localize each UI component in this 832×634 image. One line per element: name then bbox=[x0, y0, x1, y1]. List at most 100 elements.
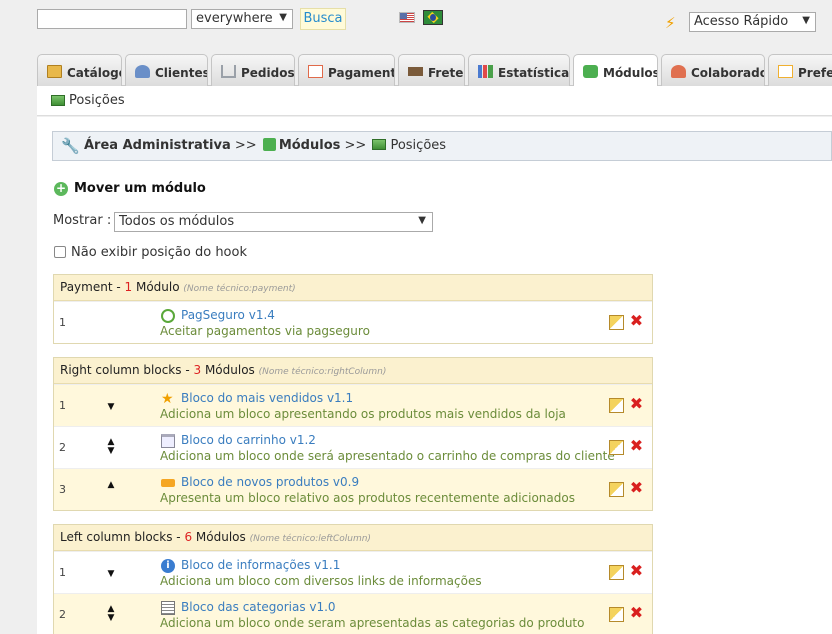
chevron-down-icon: ▼ bbox=[418, 215, 426, 226]
edit-icon[interactable] bbox=[609, 398, 624, 413]
hide-hook-checkbox[interactable] bbox=[54, 246, 66, 258]
hook-count-suffix: Módulos bbox=[204, 363, 255, 377]
move-module-link[interactable]: + Mover um módulo bbox=[54, 181, 206, 196]
tab-label: Colaborador bbox=[691, 66, 764, 80]
module-filter-value: Todos os módulos bbox=[119, 214, 235, 229]
positions-icon bbox=[51, 95, 65, 106]
breadcrumb-separator: >> bbox=[234, 138, 257, 153]
tab-frete[interactable]: Frete bbox=[398, 54, 465, 86]
tab-preferencias[interactable]: Preferências bbox=[768, 54, 832, 86]
positions-icon bbox=[372, 139, 387, 150]
module-description: Adiciona um bloco apresentando os produt… bbox=[160, 407, 566, 421]
module-position: 1 bbox=[59, 316, 66, 329]
payment-icon bbox=[308, 65, 323, 78]
module-filter-select[interactable]: Todos os módulos ▼ bbox=[114, 212, 433, 232]
new-icon bbox=[161, 479, 175, 487]
module-row[interactable]: 3 ▲ Bloco de novos produtos v0.9 Apresen… bbox=[54, 468, 652, 510]
module-name: Bloco do carrinho v1.2 bbox=[181, 433, 316, 447]
module-row[interactable]: 1 ▼ i Bloco de informações v1.1 Adiciona… bbox=[54, 551, 652, 593]
move-up-down-icon[interactable]: ▲ ▼ bbox=[105, 605, 117, 625]
delete-icon[interactable]: ✖ bbox=[629, 480, 644, 496]
tab-catalogo[interactable]: Catálogo bbox=[37, 54, 122, 86]
module-row[interactable]: 2 ▲ ▼ Bloco do carrinho v1.2 Adiciona um … bbox=[54, 426, 652, 468]
tab-pagamento[interactable]: Pagamento bbox=[298, 54, 395, 86]
search-button[interactable]: Busca bbox=[300, 8, 346, 30]
chevron-down-icon: ▼ bbox=[279, 12, 287, 23]
module-name: Bloco de informações v1.1 bbox=[181, 558, 341, 572]
module-row[interactable]: 1 PagSeguro v1.4 Aceitar pagamentos via … bbox=[54, 301, 652, 343]
chart-icon bbox=[478, 65, 493, 78]
tab-label: Pedidos bbox=[241, 66, 295, 80]
filter-label: Mostrar : bbox=[53, 213, 112, 228]
settings-icon bbox=[778, 65, 793, 78]
move-up-icon[interactable]: ▲ bbox=[105, 481, 117, 501]
tab-label: Clientes bbox=[155, 66, 208, 80]
delete-icon[interactable]: ✖ bbox=[629, 605, 644, 621]
move-down-icon[interactable]: ▼ bbox=[105, 403, 117, 423]
puzzle-icon bbox=[583, 65, 598, 78]
quick-access-select[interactable]: Acesso Rápido ▼ bbox=[689, 12, 816, 32]
tab-label: Módulos bbox=[603, 66, 658, 80]
edit-icon[interactable] bbox=[609, 607, 624, 622]
hook-block-header: Right column blocks - 3 Módulos (Nome té… bbox=[54, 358, 652, 384]
edit-icon[interactable] bbox=[609, 482, 624, 497]
tab-label: Frete bbox=[428, 66, 464, 80]
top-bar: everywhere ▼ Busca ⚡ Acesso Rápido ▼ bbox=[0, 0, 832, 52]
hook-technical-name: (Nome técnico:rightColumn) bbox=[258, 367, 387, 377]
delete-icon[interactable]: ✖ bbox=[629, 396, 644, 412]
module-name: Bloco do mais vendidos v1.1 bbox=[181, 391, 354, 405]
truck-icon bbox=[408, 67, 423, 76]
module-row[interactable]: 1 ▼ ★ Bloco do mais vendidos v1.1 Adicio… bbox=[54, 384, 652, 426]
lightning-icon: ⚡ bbox=[665, 14, 676, 32]
module-position: 2 bbox=[59, 608, 66, 621]
module-row[interactable]: 2 ▲ ▼ Bloco das categorias v1.0 Adiciona … bbox=[54, 593, 652, 634]
module-position: 1 bbox=[59, 399, 66, 412]
tab-label: Pagamento bbox=[328, 66, 394, 80]
main-tabs: Catálogo Clientes Pedidos Pagamento Fret… bbox=[37, 54, 832, 87]
puzzle-icon bbox=[262, 138, 276, 151]
tab-clientes[interactable]: Clientes bbox=[125, 54, 208, 86]
module-description: Adiciona um bloco onde será apresentado … bbox=[160, 449, 615, 463]
hook-module-count: 6 bbox=[184, 530, 193, 544]
module-name: PagSeguro v1.4 bbox=[181, 308, 275, 322]
subtab-posicoes[interactable]: Posições bbox=[51, 93, 125, 108]
main-content: 🔧 Área Administrativa >> Módulos >> Posi… bbox=[37, 117, 832, 634]
hook-block-left-column: Left column blocks - 6 Módulos (Nome téc… bbox=[53, 524, 653, 634]
move-up-down-icon[interactable]: ▲ ▼ bbox=[105, 438, 117, 458]
breadcrumb-current: Posições bbox=[390, 138, 447, 153]
tab-pedidos[interactable]: Pedidos bbox=[211, 54, 295, 86]
delete-icon[interactable]: ✖ bbox=[629, 563, 644, 579]
delete-icon[interactable]: ✖ bbox=[629, 313, 644, 329]
breadcrumb-section[interactable]: Módulos bbox=[279, 138, 341, 153]
module-description: Adiciona um bloco onde seram apresentada… bbox=[160, 616, 585, 630]
wrench-icon: 🔧 bbox=[61, 137, 80, 155]
hook-module-count: 1 bbox=[124, 280, 133, 294]
breadcrumb-root[interactable]: Área Administrativa bbox=[84, 138, 231, 153]
breadcrumb-separator: >> bbox=[344, 138, 367, 153]
edit-icon[interactable] bbox=[609, 565, 624, 580]
tab-label: Estatísticas bbox=[498, 66, 570, 80]
module-name: Bloco de novos produtos v0.9 bbox=[181, 475, 360, 489]
search-scope-select[interactable]: everywhere ▼ bbox=[191, 9, 293, 29]
delete-icon[interactable]: ✖ bbox=[629, 438, 644, 454]
tab-label: Preferências bbox=[798, 66, 832, 80]
tab-estatisticas[interactable]: Estatísticas bbox=[468, 54, 570, 86]
move-module-label: Mover um módulo bbox=[74, 181, 206, 196]
tab-colaborador[interactable]: Colaborador bbox=[661, 54, 765, 86]
edit-icon[interactable] bbox=[609, 440, 624, 455]
person-icon bbox=[671, 65, 686, 78]
us-flag-icon[interactable] bbox=[399, 12, 415, 23]
search-input[interactable] bbox=[37, 9, 187, 29]
quick-access-value: Acesso Rápido bbox=[694, 14, 789, 29]
hook-title: Left column blocks bbox=[60, 530, 173, 544]
edit-icon[interactable] bbox=[609, 315, 624, 330]
add-icon: + bbox=[54, 181, 68, 196]
hook-module-count: 3 bbox=[193, 363, 202, 377]
tab-modulos[interactable]: Módulos bbox=[573, 54, 658, 87]
brazil-flag-icon[interactable] bbox=[423, 10, 443, 25]
hook-block-header: Payment - 1 Módulo (Nome técnico:payment… bbox=[54, 275, 652, 301]
pagseguro-icon bbox=[161, 309, 175, 323]
move-down-icon[interactable]: ▼ bbox=[105, 570, 117, 590]
sub-tabs: Posições bbox=[37, 86, 832, 116]
hook-title: Right column blocks bbox=[60, 363, 182, 377]
